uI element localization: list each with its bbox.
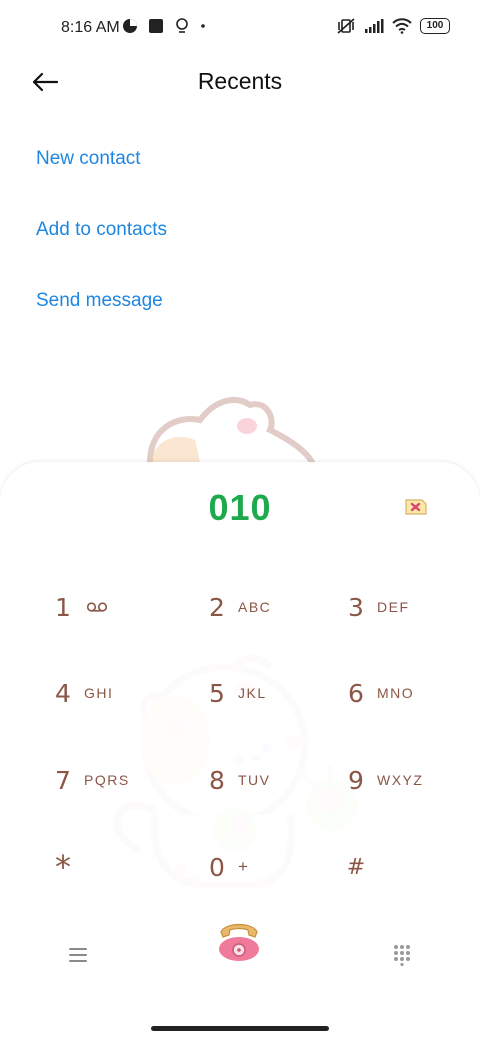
key-letters: DEF <box>377 599 410 615</box>
voicemail-icon <box>86 602 108 612</box>
key-letters: WXYZ <box>377 772 424 788</box>
add-to-contacts-link[interactable]: Add to contacts <box>36 219 167 241</box>
square-notification-icon <box>149 19 163 33</box>
key-4[interactable]: 4 GHI <box>50 675 113 711</box>
page-title: Recents <box>197 68 283 94</box>
key-letters: MNO <box>377 685 415 701</box>
key-star[interactable]: * <box>50 848 76 886</box>
dot-icon <box>201 24 205 28</box>
key-digit: 8 <box>209 765 225 795</box>
key-letters: + <box>238 857 250 876</box>
sim-card-icon[interactable] <box>404 498 428 516</box>
wifi-icon <box>392 18 412 34</box>
vibrate-off-icon <box>337 18 355 34</box>
key-9[interactable]: 9 WXYZ <box>343 762 423 798</box>
key-digit: 9 <box>348 765 364 795</box>
status-bar: 8:16 AM 100 <box>0 0 480 56</box>
key-letters: PQRS <box>84 772 130 788</box>
key-letters: TUV <box>238 772 271 788</box>
key-digit: 7 <box>55 765 71 795</box>
key-5[interactable]: 5 JKL <box>204 675 267 711</box>
key-1[interactable]: 1 <box>50 589 108 625</box>
key-8[interactable]: 8 TUV <box>204 762 271 798</box>
key-digit: 4 <box>55 678 71 708</box>
call-button-phone-icon[interactable] <box>215 918 263 964</box>
send-message-link[interactable]: Send message <box>36 290 163 312</box>
key-digit: 3 <box>348 592 364 622</box>
keypad-toggle-icon[interactable] <box>392 944 412 966</box>
key-2[interactable]: 2 ABC <box>204 589 271 625</box>
key-digit: 0 <box>209 852 225 882</box>
menu-icon[interactable] <box>68 946 88 964</box>
key-0[interactable]: 0 + <box>204 849 249 885</box>
key-3[interactable]: 3 DEF <box>343 589 410 625</box>
key-digit: 5 <box>209 678 225 708</box>
key-7[interactable]: 7 PQRS <box>50 762 130 798</box>
battery-indicator: 100 <box>420 18 450 34</box>
key-letters: JKL <box>238 685 267 701</box>
home-indicator[interactable] <box>151 1026 329 1031</box>
key-digit: 2 <box>209 592 225 622</box>
key-digit: * <box>55 848 71 886</box>
key-6[interactable]: 6 MNO <box>343 675 414 711</box>
key-digit: 1 <box>55 592 71 622</box>
status-time: 8:16 AM <box>61 19 120 36</box>
bulb-notification-icon <box>176 18 188 33</box>
key-letters: ABC <box>238 599 272 615</box>
top-app-bar: Recents <box>0 56 480 112</box>
key-letters: GHI <box>84 685 114 701</box>
key-hash[interactable]: # <box>343 849 369 885</box>
key-digit: # <box>346 854 366 880</box>
new-contact-link[interactable]: New contact <box>36 148 141 170</box>
signal-icon <box>365 19 384 33</box>
pie-notification-icon <box>123 19 137 33</box>
key-digit: 6 <box>348 678 364 708</box>
